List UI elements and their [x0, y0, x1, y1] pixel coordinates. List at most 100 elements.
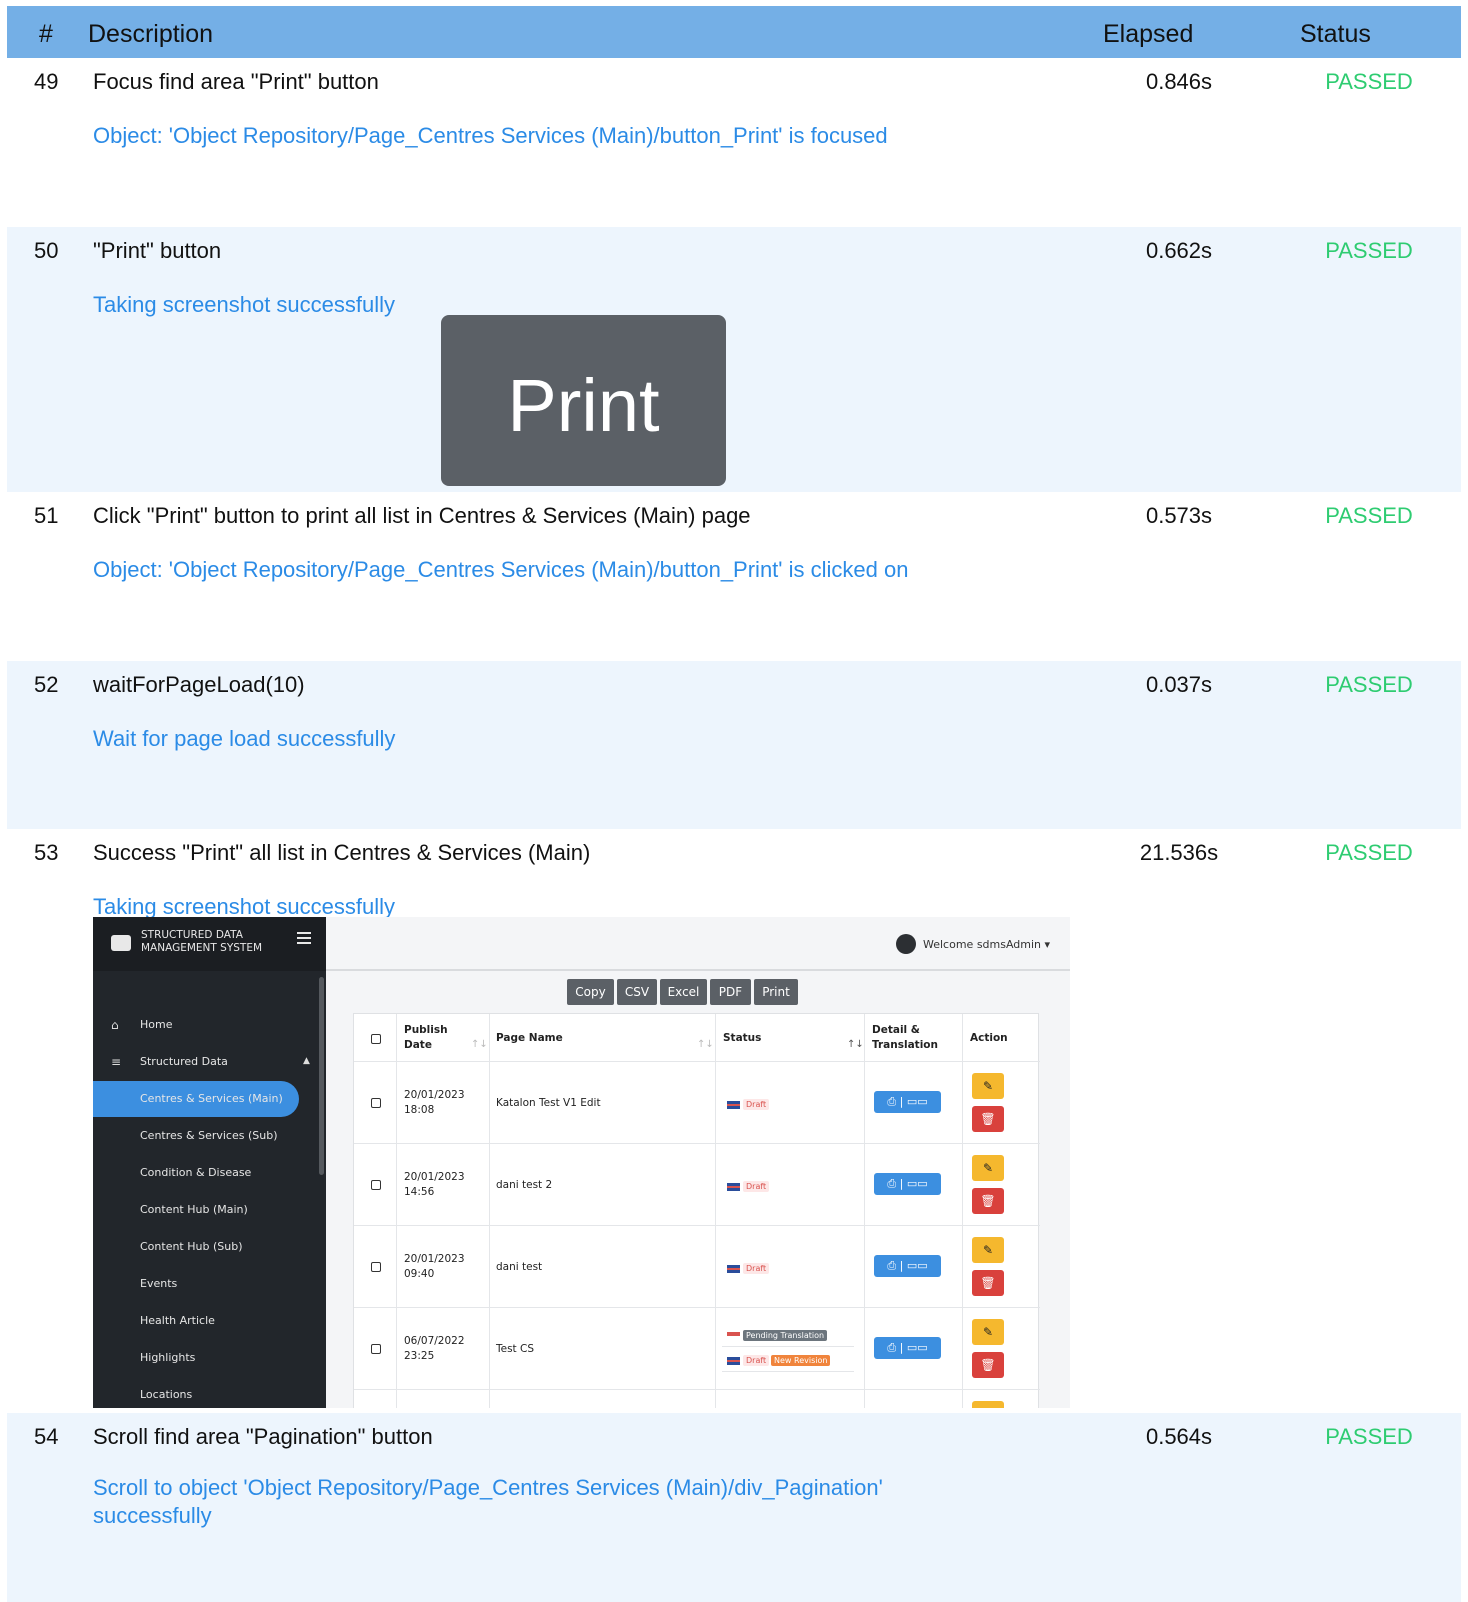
row-divider — [354, 1307, 1040, 1308]
detail-translation-button[interactable]: ⎙ | ▭▭ — [874, 1173, 941, 1195]
status-badge: Draft — [743, 1099, 770, 1110]
publish-date: 20/01/2023 14:56 — [404, 1170, 465, 1200]
sidebar-item-label: Highlights — [140, 1351, 196, 1364]
sidebar-item-structured-data[interactable]: ≡ Structured Data ▲ — [93, 1044, 319, 1080]
edit-button[interactable]: ✎ — [972, 1155, 1004, 1181]
sidebar-item-label: Content Hub (Main) — [140, 1203, 248, 1216]
detail-translation-button[interactable]: ⎙ | ▭▭ — [874, 1337, 941, 1359]
uk-flag-icon — [727, 1101, 740, 1109]
sidebar-item-label: Condition & Disease — [140, 1166, 252, 1179]
sort-icon[interactable]: ↑↓ — [847, 1039, 864, 1050]
sidebar-item-content-hub-main[interactable]: Content Hub (Main) — [93, 1192, 319, 1228]
document-search-icon: ⎙ — [887, 1095, 897, 1108]
detail-translation-button[interactable]: ⎙ | ▭▭ — [874, 1255, 941, 1277]
print-button-label: Print — [507, 364, 660, 447]
row-checkbox[interactable] — [371, 1098, 381, 1108]
page-name[interactable]: Katalon Test V1 Edit — [496, 1096, 601, 1111]
edit-button[interactable]: ✎ — [972, 1237, 1004, 1263]
sidebar-item-label: Home — [140, 1018, 173, 1031]
edit-button[interactable]: ✎ — [972, 1319, 1004, 1345]
step-description: Focus find area "Print" button — [93, 69, 379, 94]
row-checkbox[interactable] — [371, 1180, 381, 1190]
copy-button[interactable]: Copy — [567, 979, 614, 1005]
document-search-icon: ⎙ — [887, 1341, 897, 1354]
step-status: PASSED — [1325, 69, 1413, 94]
step-row-50: 50 "Print" button 0.662s PASSED Taking s… — [7, 227, 1461, 492]
translate-icon: ▭▭ — [906, 1341, 928, 1354]
sidebar-item-label: Content Hub (Sub) — [140, 1240, 243, 1253]
sidebar-item-locations[interactable]: Locations — [93, 1377, 319, 1408]
step-status: PASSED — [1325, 238, 1413, 263]
sidebar-item-highlights[interactable]: Highlights — [93, 1340, 319, 1376]
translate-icon: ▭▭ — [906, 1095, 928, 1108]
header-description: Description — [88, 20, 214, 48]
uk-flag-icon — [727, 1183, 740, 1191]
sidebar-item-health-article[interactable]: Health Article — [93, 1303, 319, 1339]
delete-button[interactable]: 🗑 — [972, 1352, 1004, 1378]
edit-button[interactable]: ✎ — [972, 1073, 1004, 1099]
row-checkbox[interactable] — [371, 1262, 381, 1272]
trash-icon: 🗑 — [980, 1194, 996, 1208]
edit-icon: ✎ — [982, 1161, 994, 1175]
column-header-status[interactable]: Status — [723, 1031, 761, 1046]
time-text: 18:08 — [404, 1104, 435, 1116]
sort-icon[interactable]: ↑↓ — [697, 1039, 714, 1050]
step-elapsed: 21.536s — [1139, 840, 1219, 865]
brand-title: STRUCTURED DATA MANAGEMENT SYSTEM — [141, 929, 262, 955]
row-checkbox[interactable] — [371, 1344, 381, 1354]
welcome-user-menu[interactable]: Welcome sdmsAdmin ▾ — [923, 938, 1050, 951]
column-header-publish-date[interactable]: Publish Date — [404, 1023, 448, 1053]
step-elapsed: 0.662s — [1145, 238, 1213, 263]
pdf-button[interactable]: PDF — [710, 979, 751, 1005]
column-divider — [715, 1014, 716, 1408]
sidebar-scrollbar[interactable] — [319, 977, 324, 1175]
date-text: 06/07/2022 — [404, 1335, 465, 1347]
step-description: Scroll find area "Pagination" button — [93, 1424, 433, 1449]
translate-icon: ▭▭ — [906, 1259, 928, 1272]
time-text: 14:56 — [404, 1186, 435, 1198]
sidebar-item-condition-disease[interactable]: Condition & Disease — [93, 1155, 319, 1191]
hamburger-menu-icon[interactable] — [297, 932, 311, 944]
detail-translation-button[interactable]: ⎙ | ▭▭ — [874, 1091, 941, 1113]
column-divider — [396, 1014, 397, 1408]
column-header-line: Date — [404, 1039, 432, 1051]
data-table: Publish Date ↑↓ Page Name ↑↓ Status ↑↓ D… — [353, 1013, 1040, 1408]
column-header-page-name[interactable]: Page Name — [496, 1031, 563, 1046]
page-name[interactable]: dani test — [496, 1260, 542, 1275]
date-text: 20/01/2023 — [404, 1171, 465, 1183]
select-all-checkbox[interactable] — [371, 1034, 381, 1044]
sort-icon[interactable]: ↑↓ — [471, 1039, 488, 1050]
database-icon: ≡ — [111, 1055, 122, 1069]
status-badge: Draft — [743, 1263, 770, 1274]
csv-button[interactable]: CSV — [617, 979, 657, 1005]
sidebar-item-content-hub-sub[interactable]: Content Hub (Sub) — [93, 1229, 319, 1265]
header-num: # — [39, 20, 53, 48]
status-divider — [722, 1371, 854, 1372]
edit-button[interactable] — [972, 1401, 1004, 1408]
step-number: 52 — [34, 672, 59, 697]
step-status: PASSED — [1325, 672, 1413, 697]
pending-translation-badge: Pending Translation — [743, 1330, 828, 1341]
step-message: Wait for page load successfully — [93, 726, 396, 751]
delete-button[interactable]: 🗑 — [972, 1188, 1004, 1214]
user-avatar-icon[interactable] — [896, 934, 916, 954]
sidebar-item-label: Centres & Services (Sub) — [140, 1129, 278, 1142]
translate-icon: ▭▭ — [906, 1177, 928, 1190]
step-status: PASSED — [1325, 840, 1413, 865]
page-name[interactable]: dani test 2 — [496, 1178, 552, 1193]
time-text: 23:25 — [404, 1350, 435, 1362]
sidebar-item-centres-services-main[interactable]: Centres & Services (Main) — [93, 1081, 299, 1117]
sidebar-item-centres-services-sub[interactable]: Centres & Services (Sub) — [93, 1118, 319, 1154]
step-number: 53 — [34, 840, 59, 865]
welcome-text: Welcome sdmsAdmin — [923, 938, 1042, 951]
trash-icon: 🗑 — [980, 1112, 996, 1126]
status-divider — [722, 1346, 854, 1347]
page-name[interactable]: Test CS — [496, 1342, 534, 1357]
delete-button[interactable]: 🗑 — [972, 1270, 1004, 1296]
delete-button[interactable]: 🗑 — [972, 1106, 1004, 1132]
excel-button[interactable]: Excel — [660, 979, 707, 1005]
sidebar-item-home[interactable]: ⌂ Home — [93, 1007, 319, 1043]
publish-date: 20/01/2023 09:40 — [404, 1252, 465, 1282]
print-button[interactable]: Print — [754, 979, 798, 1005]
sidebar-item-events[interactable]: Events — [93, 1266, 319, 1302]
